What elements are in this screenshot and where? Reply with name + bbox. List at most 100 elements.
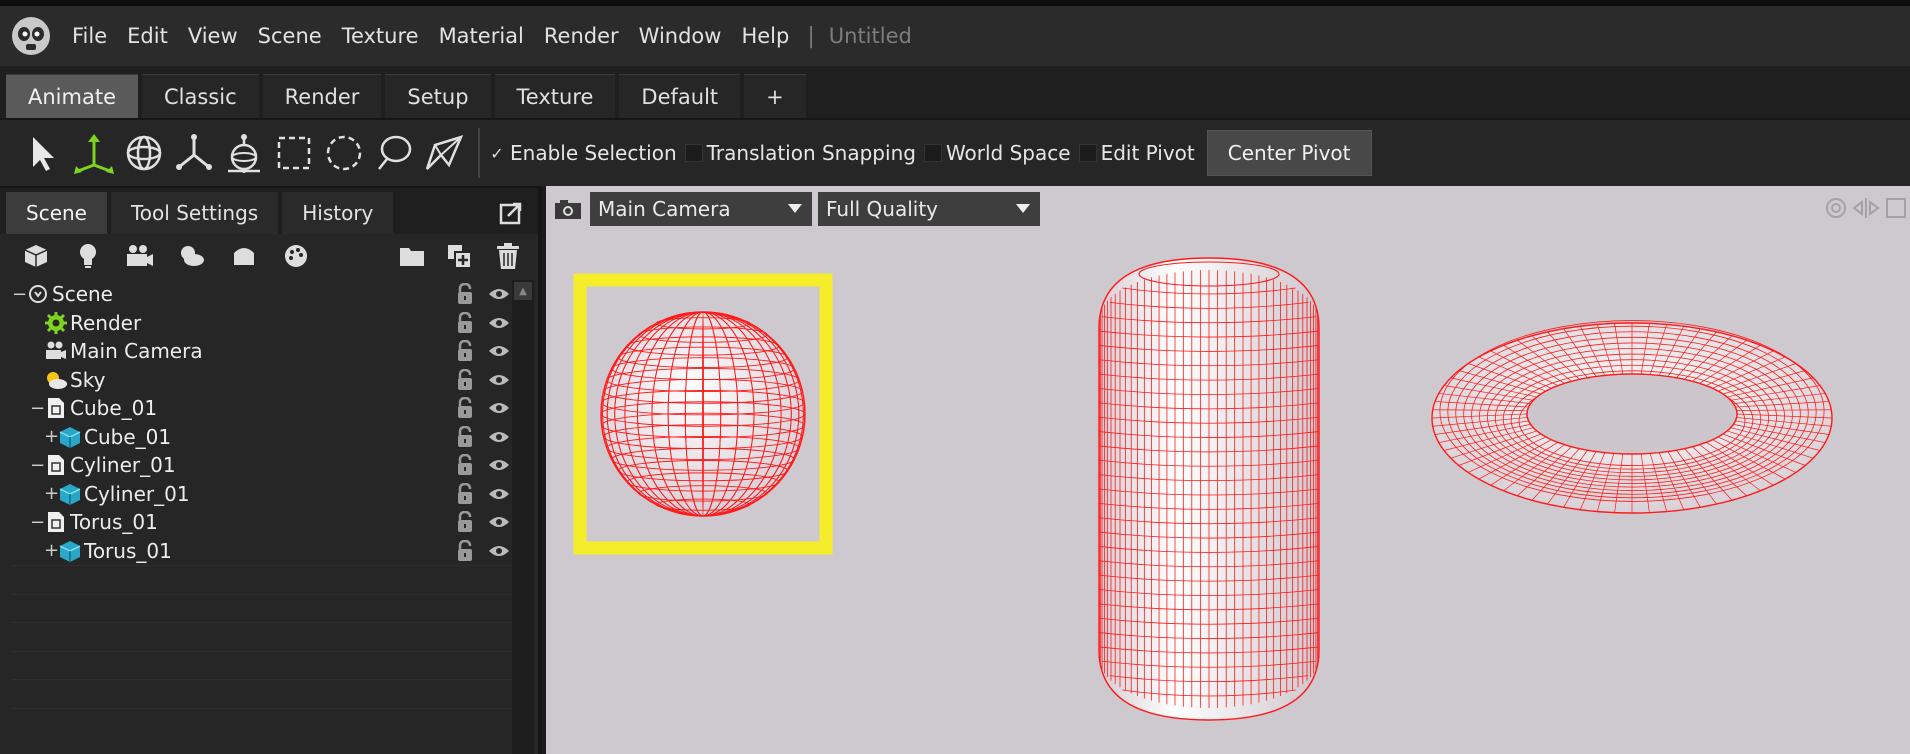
visibility-eye-icon[interactable] xyxy=(488,540,510,562)
visibility-eye-icon[interactable] xyxy=(488,511,510,533)
visibility-eye-icon[interactable] xyxy=(488,483,510,505)
lock-icon[interactable] xyxy=(454,539,476,562)
lock-icon[interactable] xyxy=(454,482,476,505)
tree-row[interactable]: − Torus_01 xyxy=(12,508,512,537)
tab-history[interactable]: History xyxy=(282,192,394,234)
tree-row[interactable]: − Cyliner_01 xyxy=(12,451,512,480)
tree-row[interactable]: Sky xyxy=(12,366,512,395)
viewport-settings-gear-icon[interactable] xyxy=(1822,194,1850,222)
viewport-canvas[interactable] xyxy=(546,186,1910,754)
cylinder-mesh[interactable] xyxy=(1098,257,1320,721)
world-space-option[interactable]: World Space xyxy=(923,141,1071,165)
rect-select-icon[interactable] xyxy=(270,128,318,178)
center-pivot-button[interactable]: Center Pivot xyxy=(1206,130,1372,176)
app-logo-icon[interactable] xyxy=(8,13,54,59)
tab-tool-settings[interactable]: Tool Settings xyxy=(110,192,279,234)
lock-icon[interactable] xyxy=(454,368,476,391)
visibility-eye-icon[interactable] xyxy=(488,283,510,305)
tree-row[interactable]: Main Camera xyxy=(12,337,512,366)
circle-select-icon[interactable] xyxy=(320,128,368,178)
tree-expander-icon[interactable]: + xyxy=(44,540,59,561)
tab-setup[interactable]: Setup xyxy=(385,74,491,118)
add-item-icon[interactable] xyxy=(442,239,478,273)
lock-icon[interactable] xyxy=(454,397,476,419)
tab-render[interactable]: Render xyxy=(262,74,382,118)
visibility-eye-icon[interactable] xyxy=(488,426,510,448)
camera-icon[interactable] xyxy=(122,239,158,273)
tree-row[interactable]: Render xyxy=(12,309,512,338)
tab-animate[interactable]: Animate xyxy=(6,74,138,118)
enable-selection-option[interactable]: ✓ Enable Selection xyxy=(488,141,676,165)
visibility-eye-icon[interactable] xyxy=(488,454,510,476)
tree-expander-icon[interactable]: − xyxy=(12,284,27,305)
scale-gizmo-icon[interactable] xyxy=(170,128,218,178)
edit-pivot-checkbox[interactable] xyxy=(1078,144,1097,162)
trash-icon[interactable] xyxy=(490,239,526,273)
toolbar-divider xyxy=(478,128,480,178)
tree-row[interactable]: − Cube_01 xyxy=(12,394,512,423)
world-space-checkbox[interactable] xyxy=(923,144,942,162)
paint-select-icon[interactable] xyxy=(420,128,468,178)
tree-row[interactable]: + Torus_01 xyxy=(12,537,512,566)
rotate-gizmo-icon[interactable] xyxy=(120,128,168,178)
tree-expander-icon[interactable]: + xyxy=(44,426,59,447)
camera-dropdown[interactable]: Main Camera xyxy=(590,192,812,226)
3d-viewport[interactable]: Main Camera Full Quality xyxy=(546,186,1910,754)
menu-view[interactable]: View xyxy=(178,24,248,48)
tree-row[interactable]: − Scene xyxy=(12,280,512,309)
torus-mesh[interactable] xyxy=(1431,320,1833,514)
sphere-mesh[interactable] xyxy=(600,311,806,517)
visibility-eye-icon[interactable] xyxy=(488,369,510,391)
lock-icon[interactable] xyxy=(454,311,476,334)
translation-snapping-option[interactable]: Translation Snapping xyxy=(684,141,916,165)
tab-default[interactable]: Default xyxy=(619,74,741,118)
lock-icon[interactable] xyxy=(454,454,476,476)
tab-classic[interactable]: Classic xyxy=(142,74,259,118)
menu-material[interactable]: Material xyxy=(429,24,534,48)
lock-icon[interactable] xyxy=(454,340,476,362)
menu-bar: File Edit View Scene Texture Material Re… xyxy=(0,0,1910,66)
palette-icon[interactable] xyxy=(278,239,314,273)
tree-expander-icon[interactable]: − xyxy=(30,398,45,419)
menu-file[interactable]: File xyxy=(62,24,117,48)
translate-gizmo-icon[interactable] xyxy=(70,128,118,178)
cube-icon[interactable] xyxy=(18,239,54,273)
tree-expander-icon[interactable]: + xyxy=(44,483,59,504)
sky-icon[interactable] xyxy=(174,239,210,273)
lasso-select-icon[interactable] xyxy=(370,128,418,178)
tree-scrollbar[interactable]: ▲ xyxy=(512,280,534,754)
tree-expander-icon[interactable]: − xyxy=(30,512,45,533)
folder-icon[interactable] xyxy=(394,239,430,273)
enable-selection-checkbox[interactable]: ✓ xyxy=(488,144,506,163)
scroll-up-icon[interactable]: ▲ xyxy=(514,282,532,300)
translation-snapping-checkbox[interactable] xyxy=(684,144,703,162)
quality-dropdown[interactable]: Full Quality xyxy=(818,192,1040,226)
menu-render[interactable]: Render xyxy=(534,24,629,48)
visibility-eye-icon[interactable] xyxy=(488,340,510,362)
lock-icon[interactable] xyxy=(454,511,476,533)
menu-edit[interactable]: Edit xyxy=(117,24,178,48)
tree-row[interactable]: + Cyliner_01 xyxy=(12,480,512,509)
visibility-eye-icon[interactable] xyxy=(488,312,510,334)
visibility-eye-icon[interactable] xyxy=(488,397,510,419)
lock-icon[interactable] xyxy=(454,425,476,448)
tab-scene[interactable]: Scene xyxy=(6,192,107,234)
tree-expander-icon[interactable]: − xyxy=(30,455,45,476)
menu-texture[interactable]: Texture xyxy=(332,24,429,48)
viewport-maximize-icon[interactable] xyxy=(1882,194,1910,222)
menu-window[interactable]: Window xyxy=(629,24,732,48)
viewport-camera-icon[interactable] xyxy=(554,197,584,221)
pivot-tool-icon[interactable] xyxy=(220,128,268,178)
viewport-split-icon[interactable] xyxy=(1852,194,1880,222)
edit-pivot-option[interactable]: Edit Pivot xyxy=(1078,141,1195,165)
material-icon[interactable] xyxy=(226,239,262,273)
light-bulb-icon[interactable] xyxy=(70,239,106,273)
menu-scene[interactable]: Scene xyxy=(248,24,332,48)
popout-icon[interactable] xyxy=(498,200,524,226)
add-layout-tab-button[interactable]: + xyxy=(744,74,806,118)
lock-icon[interactable] xyxy=(454,283,476,305)
tab-texture[interactable]: Texture xyxy=(494,74,616,118)
menu-help[interactable]: Help xyxy=(731,24,799,48)
tree-row[interactable]: + Cube_01 xyxy=(12,423,512,452)
select-arrow-icon[interactable] xyxy=(20,128,68,178)
